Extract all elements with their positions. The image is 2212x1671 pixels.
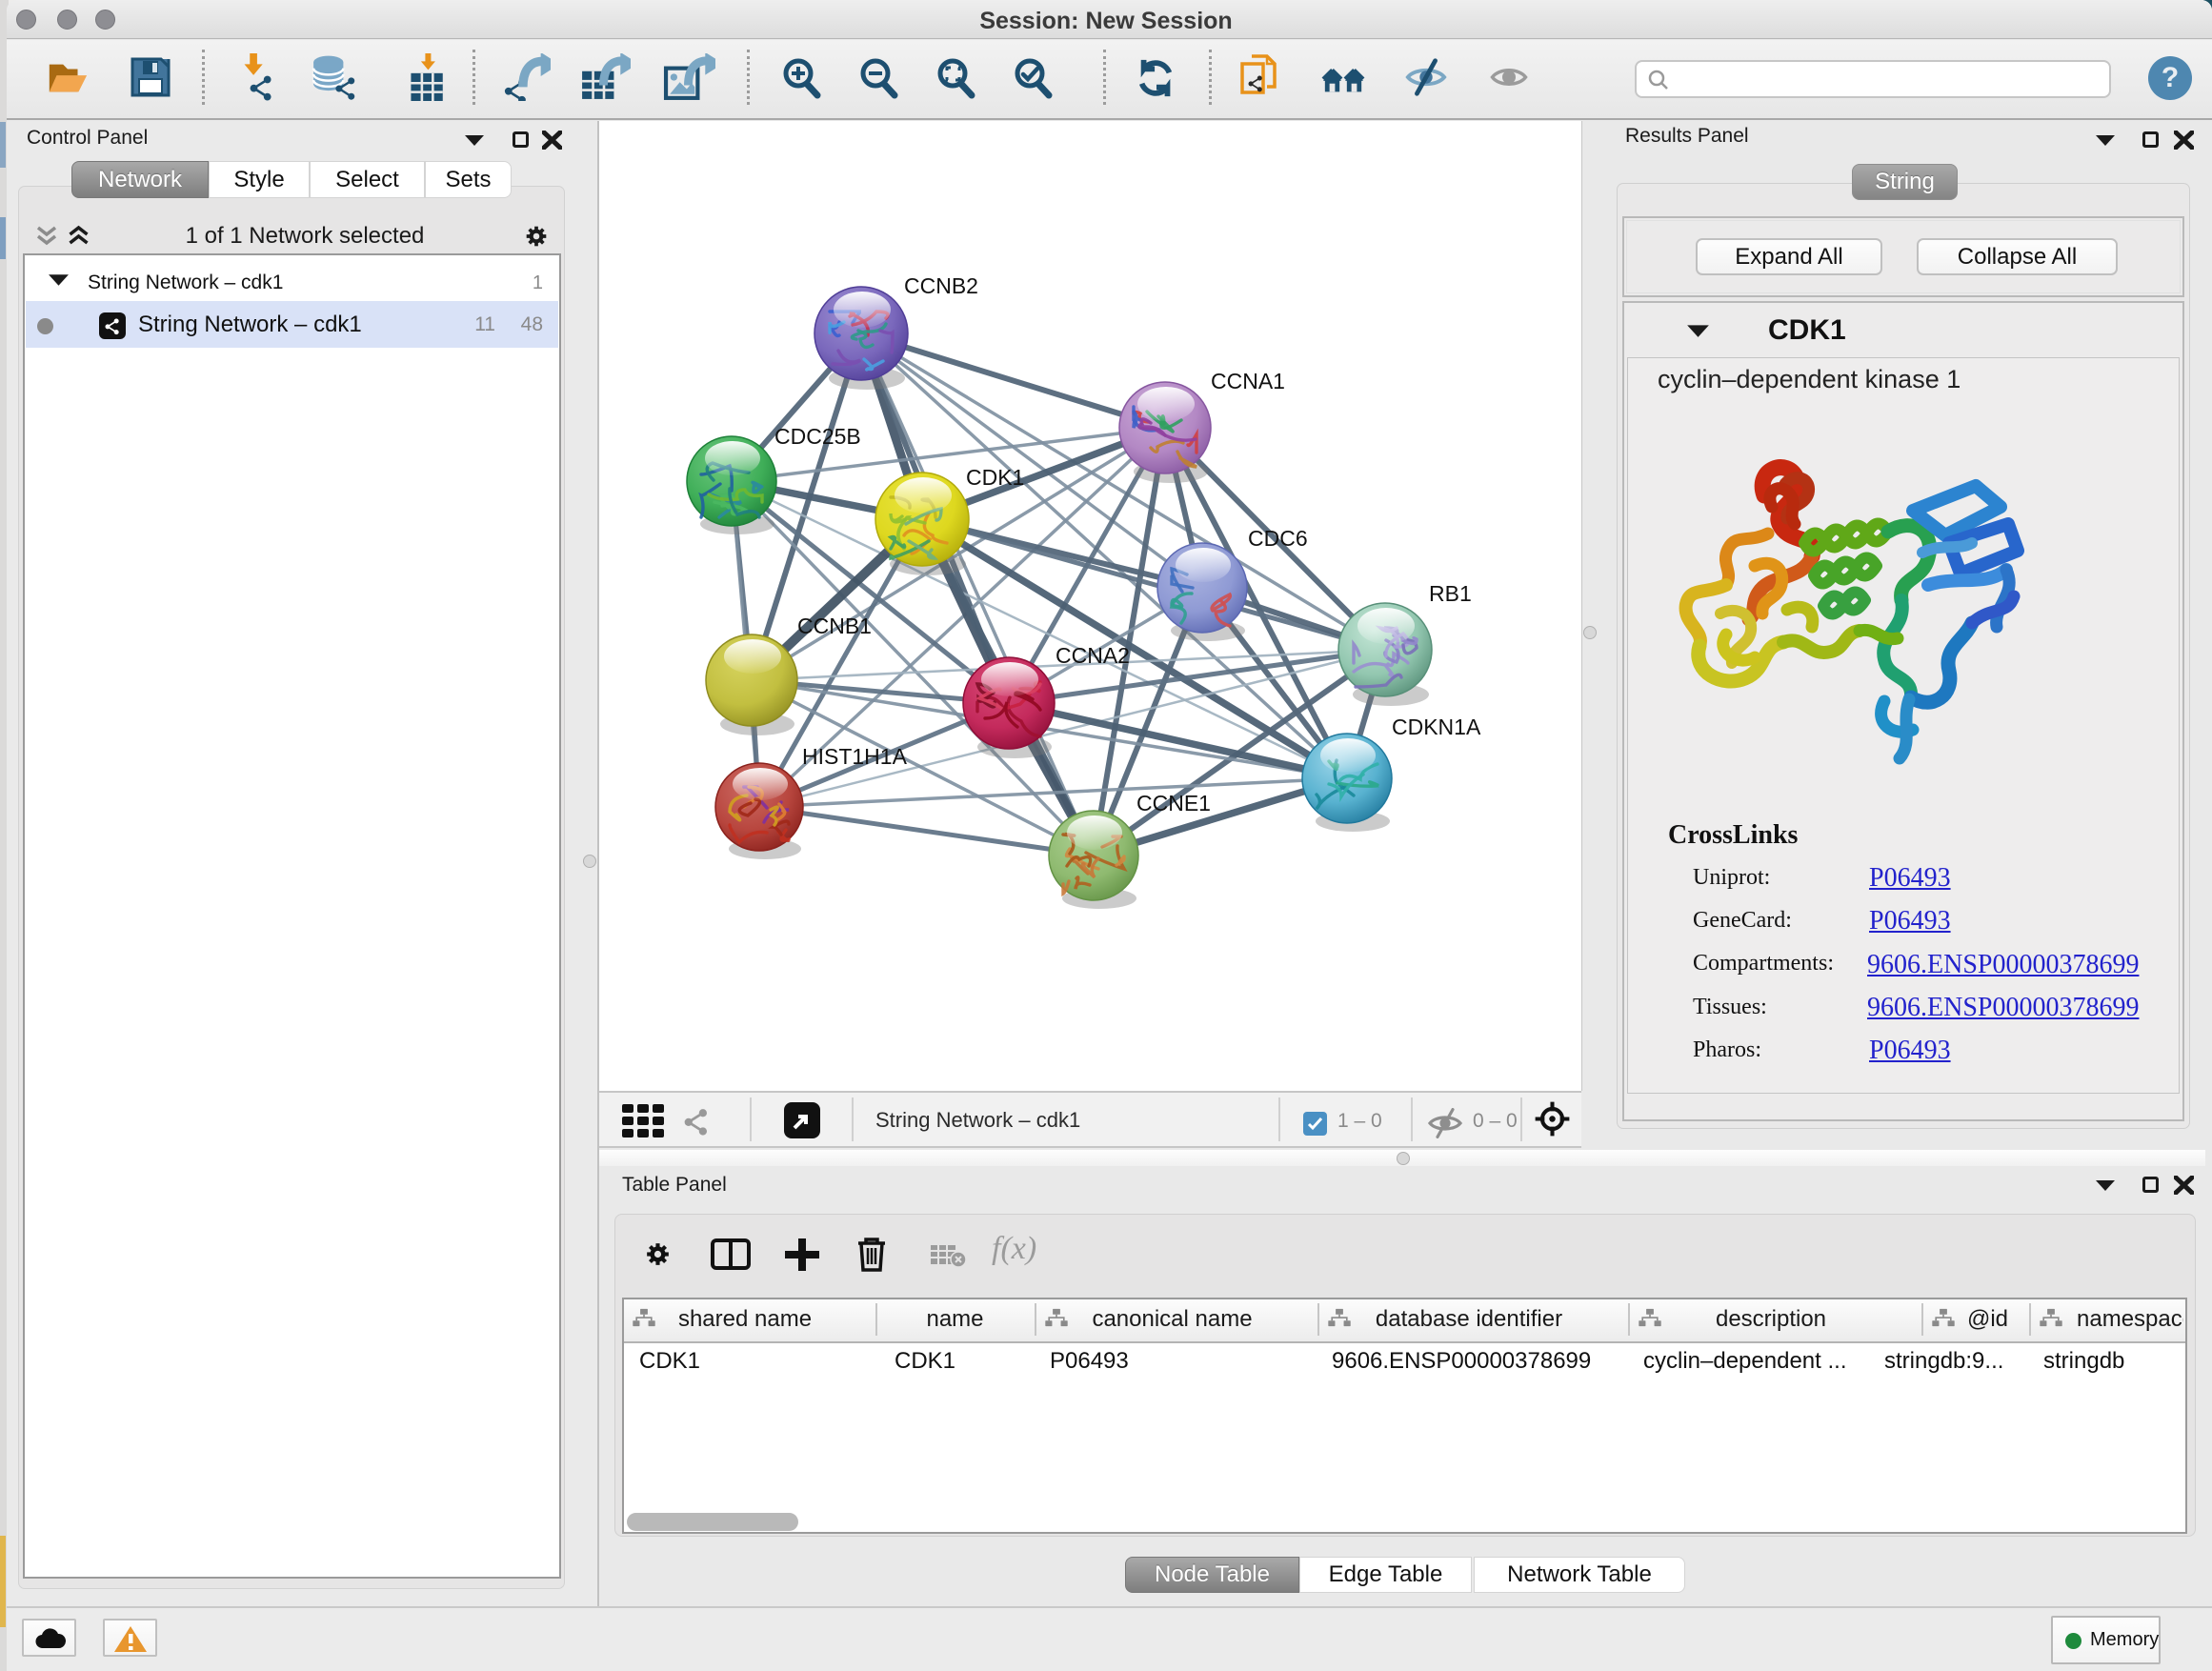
svg-text:CDC25B: CDC25B (774, 424, 861, 449)
svg-text:CCNE1: CCNE1 (1136, 791, 1211, 815)
svg-text:CDKN1A: CDKN1A (1392, 715, 1481, 739)
svg-text:CCNA2: CCNA2 (1056, 643, 1130, 668)
svg-text:CDC6: CDC6 (1248, 526, 1308, 551)
svg-text:CCNB2: CCNB2 (904, 273, 978, 298)
svg-text:HIST1H1A: HIST1H1A (802, 744, 908, 769)
svg-text:CCNB1: CCNB1 (797, 614, 872, 638)
svg-text:RB1: RB1 (1429, 581, 1472, 606)
svg-text:CCNA1: CCNA1 (1211, 369, 1285, 393)
svg-text:CDK1: CDK1 (966, 465, 1024, 490)
